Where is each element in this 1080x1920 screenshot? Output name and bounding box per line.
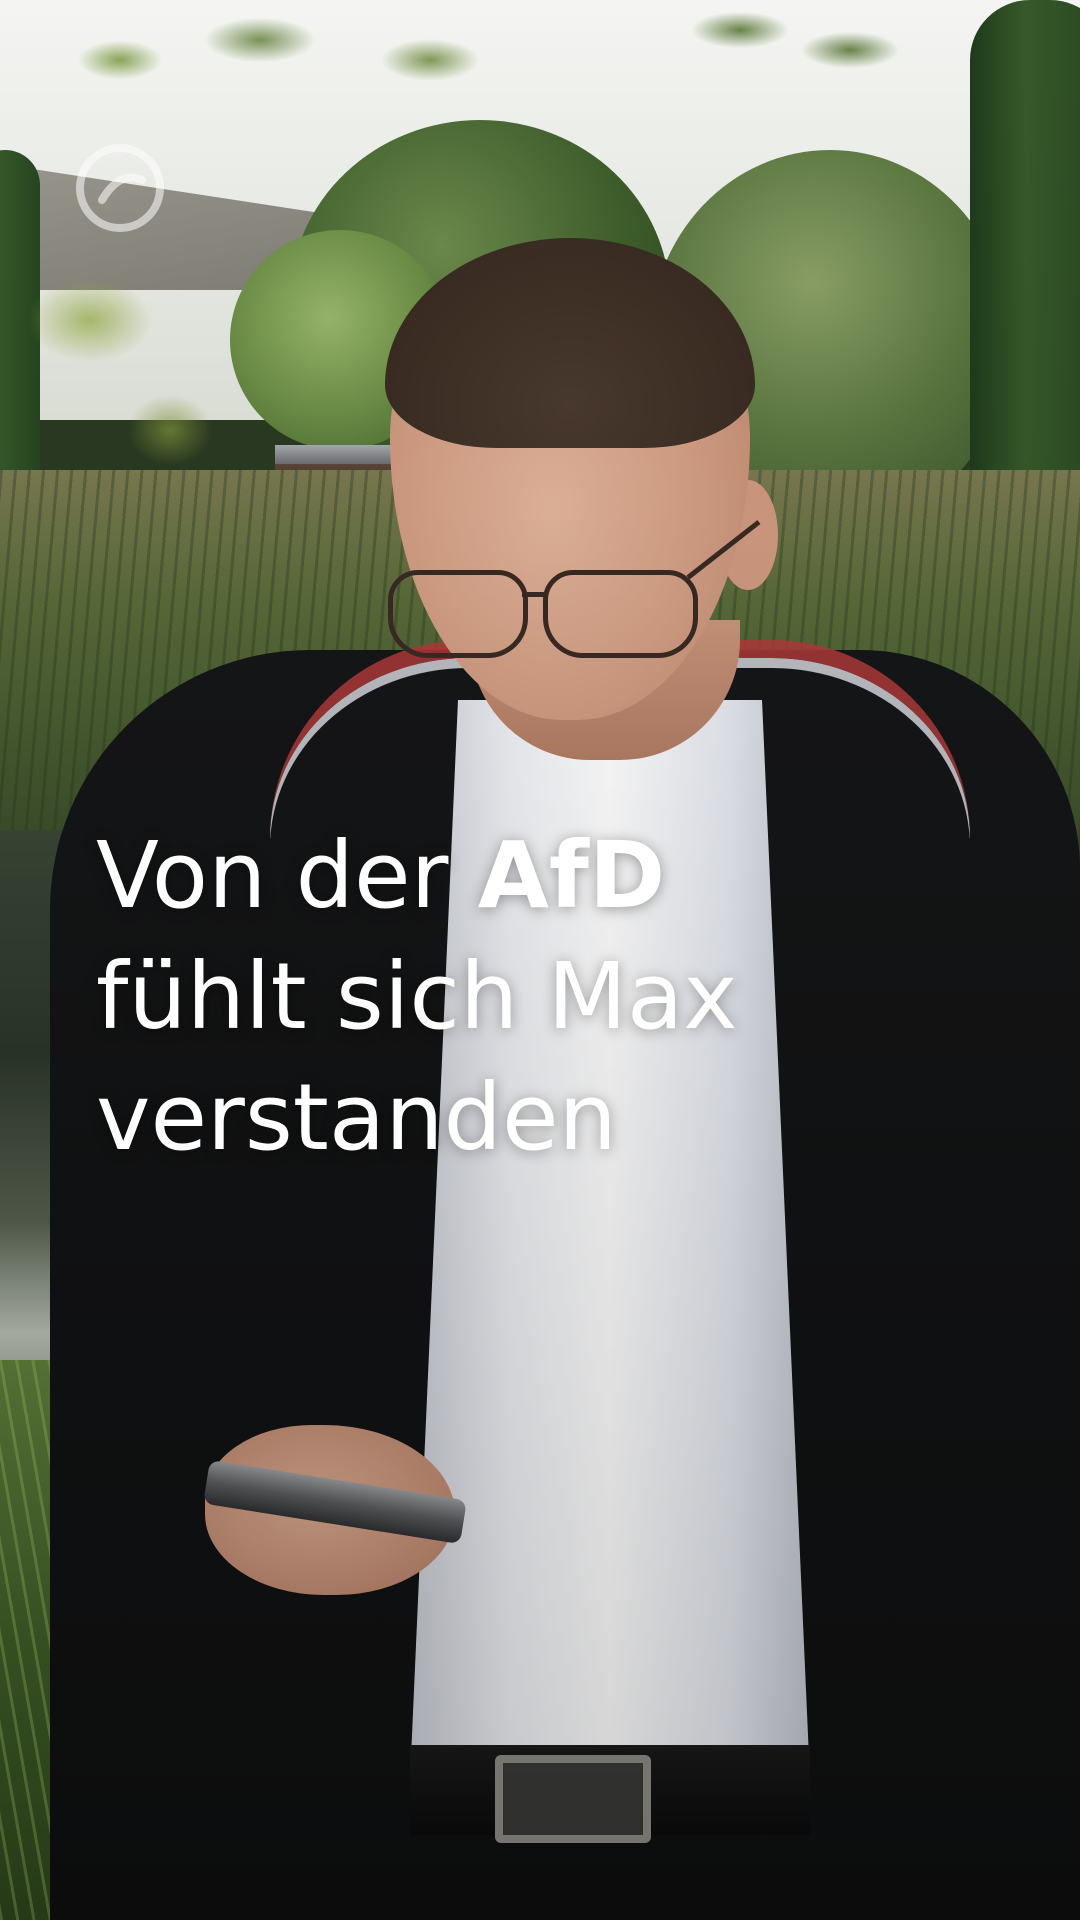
caption-highlight: AfD — [477, 822, 666, 929]
caption-line-3: verstanden — [96, 1064, 617, 1171]
video-caption: Von der AfD fühlt sich Max verstanden — [96, 815, 956, 1178]
caption-line-2: fühlt sich Max — [96, 943, 738, 1050]
caption-line-1: Von der AfD — [96, 815, 956, 936]
caption-line-1-prefix: Von der — [96, 822, 478, 929]
video-frame[interactable]: Von der AfD fühlt sich Max verstanden — [0, 0, 1080, 1920]
broadcaster-watermark-icon — [72, 140, 168, 236]
watermark-glyph — [76, 144, 164, 232]
